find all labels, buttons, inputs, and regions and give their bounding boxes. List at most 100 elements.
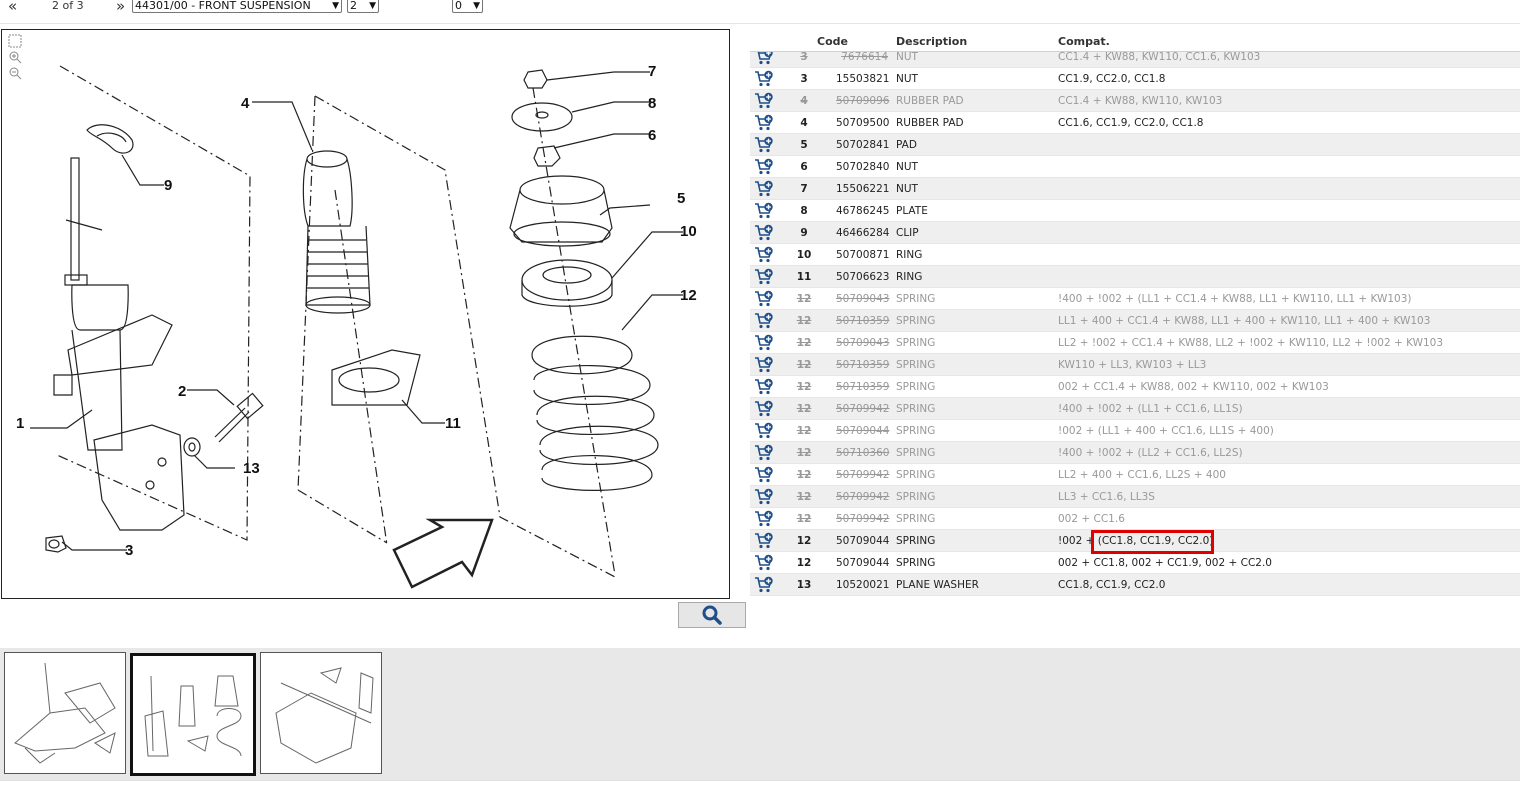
callout-1[interactable]: 1 [16, 415, 24, 432]
callout-6[interactable]: 6 [648, 127, 656, 144]
thumbnail-page-3[interactable] [260, 652, 382, 774]
table-row[interactable]: 4 50709500 RUBBER PAD CC1.6, CC1.9, CC2.0, … [750, 112, 1520, 134]
part-code: 50709043 [836, 293, 890, 305]
table-row[interactable]: 12 50709043 SPRING LL2 + !002 + CC1.4 + KW8… [750, 332, 1520, 354]
callout-12[interactable]: 12 [680, 287, 697, 304]
cart-add-icon[interactable] [754, 290, 774, 308]
cart-add-icon[interactable] [754, 532, 774, 550]
table-row[interactable]: 9 46466284 CLIP [750, 222, 1520, 244]
table-row[interactable]: 12 50709942 SPRING LL3 + CC1.6, LL3S [750, 486, 1520, 508]
cart-add-icon[interactable] [754, 92, 774, 110]
part-description: NUT [896, 73, 918, 85]
thumbnail-strip [0, 648, 1520, 780]
table-row[interactable]: 12 50710360 SPRING !400 + !002 + (LL2 + CC1… [750, 442, 1520, 464]
table-row[interactable]: 12 50710359 SPRING KW110 + LL3, KW103 + LL3 [750, 354, 1520, 376]
cart-add-icon[interactable] [754, 158, 774, 176]
cart-add-icon[interactable] [754, 180, 774, 198]
table-row[interactable]: 10 50700871 RING [750, 244, 1520, 266]
thumbnail-page-1[interactable] [4, 652, 126, 774]
callout-5[interactable]: 5 [677, 190, 685, 207]
table-row[interactable]: 12 50709043 SPRING !400 + !002 + (LL1 + CC1… [750, 288, 1520, 310]
cart-add-icon[interactable] [754, 312, 774, 330]
previous-page-button[interactable]: « [8, 0, 17, 14]
part-description: SPRING [896, 425, 936, 437]
callout-10[interactable]: 10 [680, 223, 697, 240]
next-page-button[interactable]: » [116, 0, 125, 14]
cart-add-icon[interactable] [754, 268, 774, 286]
quantity-select-value: 0 [455, 0, 462, 12]
table-row[interactable]: 12 50709044 SPRING !002 + (LL1 + 400 + CC1.… [750, 420, 1520, 442]
search-button[interactable] [678, 602, 746, 628]
cart-add-icon[interactable] [754, 224, 774, 242]
table-row[interactable]: 12 50709942 SPRING 002 + CC1.6 [750, 508, 1520, 530]
cart-add-icon[interactable] [754, 378, 774, 396]
table-row[interactable]: 5 50702841 PAD [750, 134, 1520, 156]
cart-add-icon[interactable] [754, 70, 774, 88]
pointer-icon[interactable] [8, 34, 22, 48]
page-indicator: 2 of 3 [52, 0, 84, 12]
table-row[interactable]: 4 50709096 RUBBER PAD CC1.4 + KW88, KW110, … [750, 90, 1520, 112]
parts-rows: 3 7676614 NUT CC1.4 + KW88, KW110, CC1.6, K… [750, 46, 1520, 596]
zoom-out-icon[interactable] [8, 66, 22, 80]
search-icon [702, 605, 722, 625]
ref-number: 4 [800, 95, 808, 107]
cart-add-icon[interactable] [754, 444, 774, 462]
cart-add-icon[interactable] [754, 356, 774, 374]
part-code: 50702841 [836, 139, 890, 151]
callout-11[interactable]: 11 [445, 415, 461, 432]
part-compat: CC1.9, CC2.0, CC1.8 [1058, 73, 1166, 85]
callout-4[interactable]: 4 [241, 95, 250, 112]
table-row[interactable]: 3 15503821 NUT CC1.9, CC2.0, CC1.8 [750, 68, 1520, 90]
part-code: 46786245 [836, 205, 890, 217]
ref-number: 12 [796, 469, 812, 481]
ref-number: 4 [800, 117, 808, 129]
part-code: 50709942 [836, 469, 890, 481]
callout-3[interactable]: 3 [125, 542, 133, 559]
table-row[interactable]: 12 50709942 SPRING !400 + !002 + (LL1 + CC1… [750, 398, 1520, 420]
part-compat: CC1.8, CC1.9, CC2.0 [1058, 579, 1166, 591]
part-description: PLATE [896, 205, 928, 217]
part-description: SPRING [896, 491, 936, 503]
quantity-select[interactable]: 0 ▼ [452, 0, 483, 13]
part-code: 50709942 [836, 403, 890, 415]
thumbnail-page-2[interactable] [130, 653, 256, 776]
part-compat: LL1 + 400 + CC1.4 + KW88, LL1 + 400 + KW… [1058, 315, 1431, 327]
cart-add-icon[interactable] [754, 400, 774, 418]
callout-7[interactable]: 7 [648, 63, 656, 80]
callout-13[interactable]: 13 [243, 460, 260, 477]
cart-add-icon[interactable] [754, 554, 774, 572]
table-row[interactable]: 6 50702840 NUT [750, 156, 1520, 178]
cart-add-icon[interactable] [754, 466, 774, 484]
table-row[interactable]: 13 10520021 PLANE WASHER CC1.8, CC1.9, CC2.… [750, 574, 1520, 596]
cart-add-icon[interactable] [754, 422, 774, 440]
callout-2[interactable]: 2 [178, 383, 186, 400]
cart-add-icon[interactable] [754, 488, 774, 506]
table-row[interactable]: 12 50709942 SPRING LL2 + 400 + CC1.6, LL2S … [750, 464, 1520, 486]
group-select[interactable]: 44301/00 - FRONT SUSPENSION ▼ [132, 0, 342, 13]
cart-add-icon[interactable] [754, 576, 774, 594]
table-row[interactable]: 11 50706623 RING [750, 266, 1520, 288]
part-description: CLIP [896, 227, 919, 239]
cart-add-icon[interactable] [754, 334, 774, 352]
cart-add-icon[interactable] [754, 246, 774, 264]
table-row[interactable]: 12 50710359 SPRING LL1 + 400 + CC1.4 + KW88… [750, 310, 1520, 332]
ref-number: 12 [796, 315, 812, 327]
table-row[interactable]: 12 50709044 SPRING 002 + CC1.8, 002 + CC1.9… [750, 552, 1520, 574]
cart-add-icon[interactable] [754, 114, 774, 132]
page-select[interactable]: 2 ▼ [347, 0, 379, 13]
table-row[interactable]: 12 50709044 SPRING !002 + (CC1.8, CC1.9, CC… [750, 530, 1520, 554]
table-row[interactable]: 8 46786245 PLATE [750, 200, 1520, 222]
ref-number: 12 [796, 557, 812, 569]
exploded-diagram[interactable]: 1 2 3 4 5 6 7 8 9 10 11 12 13 [1, 29, 730, 599]
cart-add-icon[interactable] [754, 510, 774, 528]
ref-number: 3 [800, 73, 808, 85]
cart-add-icon[interactable] [754, 136, 774, 154]
table-row[interactable]: 12 50710359 SPRING 002 + CC1.4 + KW88, 002 … [750, 376, 1520, 398]
part-compat: !400 + !002 + (LL1 + CC1.6, LL1S) [1058, 403, 1243, 415]
ref-number: 8 [800, 205, 808, 217]
callout-8[interactable]: 8 [648, 95, 656, 112]
table-row[interactable]: 7 15506221 NUT [750, 178, 1520, 200]
cart-add-icon[interactable] [754, 202, 774, 220]
zoom-in-icon[interactable] [8, 50, 22, 64]
callout-9[interactable]: 9 [164, 177, 172, 194]
